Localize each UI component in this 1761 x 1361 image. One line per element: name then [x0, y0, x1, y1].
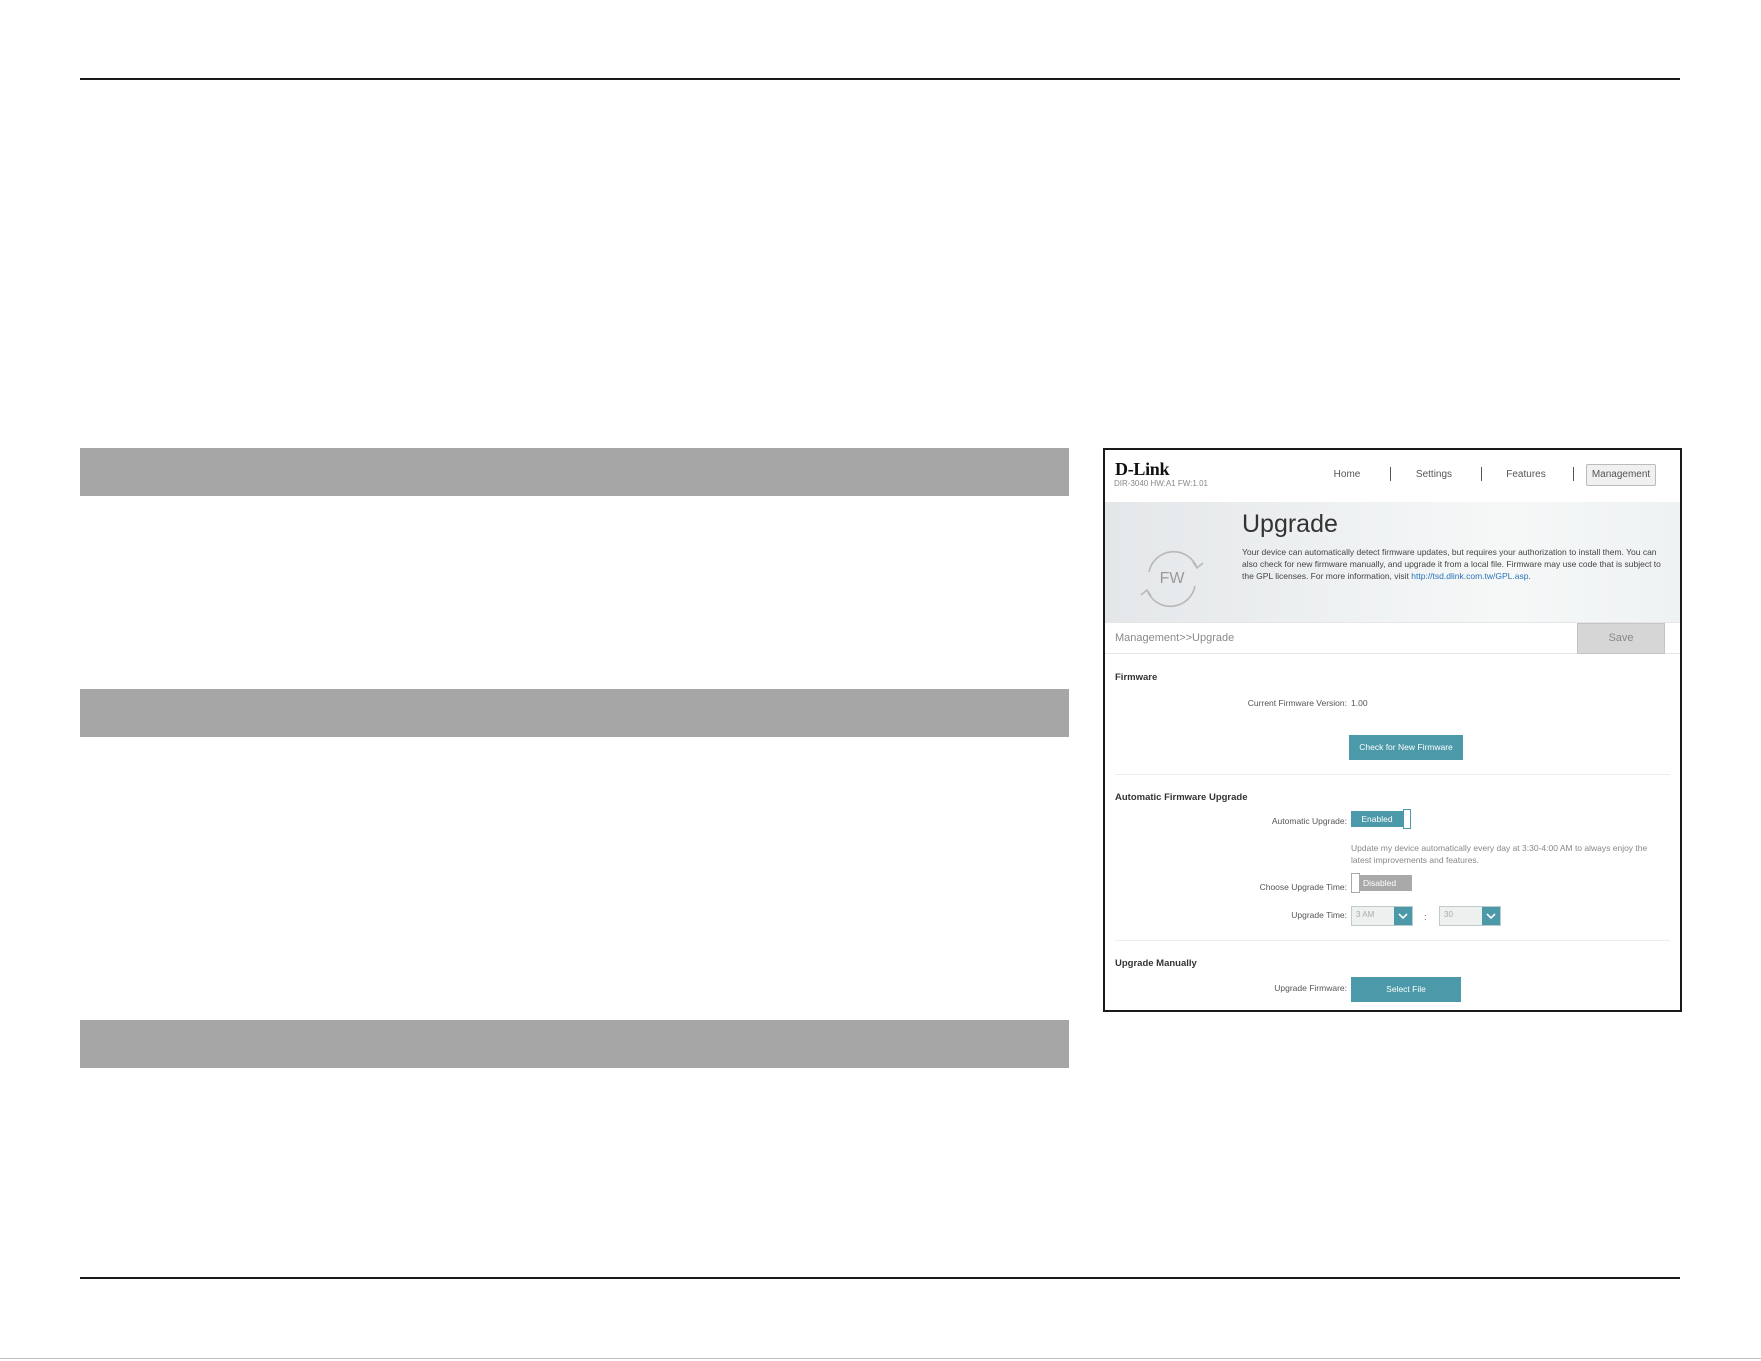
automatic-upgrade-label: Automatic Upgrade:: [1271, 816, 1347, 826]
hour-select[interactable]: 3 AM: [1351, 906, 1413, 926]
bottom-rule: [80, 1277, 1680, 1279]
current-version-label: Current Firmware Version:: [1247, 698, 1347, 708]
footer-line: [0, 1358, 1761, 1359]
dlink-logo: D-Link: [1115, 459, 1170, 479]
model-info: DIR-3040 HW:A1 FW:1.01: [1114, 479, 1208, 488]
nav-management[interactable]: Management: [1586, 464, 1656, 486]
toggle-knob: [1403, 809, 1411, 829]
toggle-state: Enabled: [1351, 811, 1403, 827]
upgrade-time-label: Upgrade Time:: [1291, 910, 1347, 920]
upgrade-banner: FW Upgrade Your device can automatically…: [1105, 502, 1680, 622]
section-bar-3: [80, 1020, 1069, 1068]
current-version-value: 1.00: [1351, 698, 1368, 708]
choose-time-toggle[interactable]: Disabled: [1351, 873, 1413, 893]
nav-separator: [1390, 467, 1391, 481]
toggle-state: Disabled: [1360, 875, 1412, 891]
manual-upgrade-section-title: Upgrade Manually: [1115, 958, 1197, 969]
choose-time-label: Choose Upgrade Time:: [1259, 882, 1347, 892]
banner-description: Your device can automatically detect fir…: [1242, 546, 1662, 582]
select-file-button[interactable]: Select File: [1351, 977, 1461, 1002]
chevron-down-icon: [1482, 907, 1500, 925]
chevron-down-icon: [1394, 907, 1412, 925]
toggle-knob: [1351, 873, 1360, 893]
minute-value: 30: [1444, 910, 1453, 919]
description-end: .: [1528, 571, 1531, 581]
nav-home[interactable]: Home: [1327, 469, 1367, 480]
auto-upgrade-note: Update my device automatically every day…: [1351, 843, 1648, 865]
firmware-icon: FW: [1137, 544, 1207, 614]
fw-icon-label: FW: [1159, 570, 1185, 587]
section-divider: [1115, 774, 1670, 775]
auto-upgrade-section-title: Automatic Firmware Upgrade: [1115, 792, 1248, 803]
page-title: Upgrade: [1242, 510, 1338, 538]
firmware-section-title: Firmware: [1115, 672, 1158, 683]
top-rule: [80, 78, 1680, 80]
nav-separator: [1573, 467, 1574, 481]
hour-value: 3 AM: [1356, 910, 1375, 919]
nav-features[interactable]: Features: [1503, 469, 1549, 480]
automatic-upgrade-toggle[interactable]: Enabled: [1351, 809, 1411, 829]
section-bar-1: [80, 448, 1069, 496]
breadcrumb: Management>>Upgrade: [1115, 632, 1235, 644]
save-button[interactable]: Save: [1577, 623, 1665, 654]
section-bar-2: [80, 689, 1069, 737]
time-colon: :: [1424, 912, 1427, 922]
upgrade-firmware-label: Upgrade Firmware:: [1274, 983, 1347, 993]
nav-settings[interactable]: Settings: [1411, 469, 1457, 480]
router-header: D-Link DIR-3040 HW:A1 FW:1.01 Home Setti…: [1105, 450, 1680, 502]
nav-separator: [1481, 467, 1482, 481]
minute-select[interactable]: 30: [1439, 906, 1501, 926]
breadcrumb-bar: Management>>Upgrade Save: [1105, 622, 1680, 654]
check-firmware-button[interactable]: Check for New Firmware: [1349, 735, 1463, 760]
router-screenshot: D-Link DIR-3040 HW:A1 FW:1.01 Home Setti…: [1103, 448, 1682, 1012]
gpl-link[interactable]: http://tsd.dlink.com.tw/GPL.asp: [1411, 571, 1528, 581]
section-divider: [1115, 940, 1670, 941]
